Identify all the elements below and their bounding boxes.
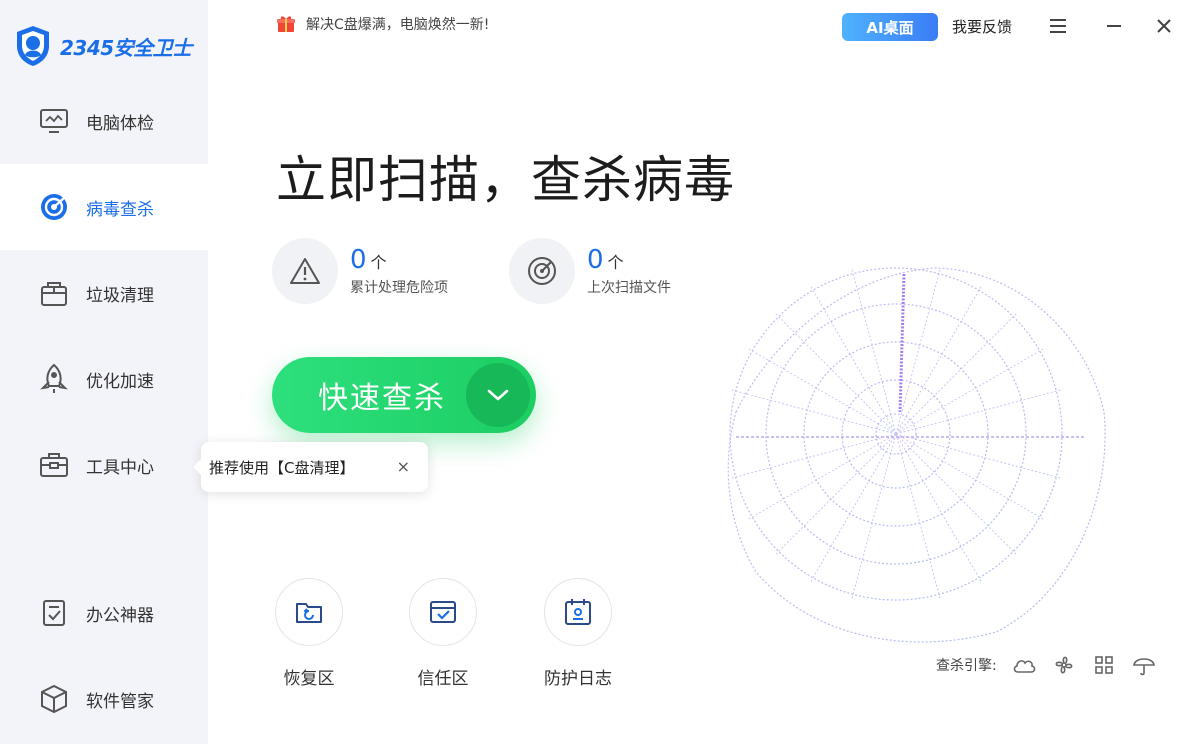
tooltip-text: 推荐使用【C盘清理】	[209, 458, 355, 477]
tool-label: 信任区	[417, 669, 469, 689]
shield-logo-icon	[17, 26, 49, 66]
monitor-icon	[38, 105, 70, 137]
target-icon	[38, 191, 70, 223]
radar-spoke	[895, 433, 1061, 479]
sidebar-item-pc-checkup[interactable]: 电脑体检	[0, 78, 208, 164]
sidebar-item-label: 优化加速	[86, 371, 154, 392]
sidebar-item-label: 电脑体检	[86, 113, 154, 134]
toolbox-icon	[38, 449, 70, 481]
cloud-engine-icon[interactable]	[1011, 652, 1037, 678]
promo-text: 解决C盘爆满，电脑焕然一新!	[306, 17, 490, 33]
umbrella-engine-icon[interactable]	[1131, 652, 1157, 678]
trash-bin-icon	[38, 277, 70, 309]
sidebar-item-tool-center[interactable]: 工具中心	[0, 422, 208, 508]
sidebar-item-label: 软件管家	[86, 691, 154, 712]
promo-banner[interactable]: 解决C盘爆满，电脑焕然一新!	[276, 14, 489, 34]
sidebar-item-software-manager[interactable]: 软件管家	[0, 656, 208, 742]
radar-scan-graphic	[726, 264, 1106, 643]
radar-spoke	[895, 348, 1044, 435]
fan-engine-icon[interactable]	[1051, 652, 1077, 678]
radar-spoke	[748, 433, 897, 520]
sidebar-item-label: 垃圾清理	[86, 285, 154, 306]
scan-engine-bar: 查杀引擎:	[936, 652, 1157, 678]
chevron-down-icon	[487, 389, 509, 401]
radar-spoke	[748, 348, 897, 435]
sidebar-item-office-tools[interactable]: 办公神器	[0, 570, 208, 656]
stat-label: 累计处理危险项	[350, 280, 448, 296]
radar-scan-icon	[509, 238, 575, 304]
radar-spoke	[895, 286, 982, 435]
radar-spoke	[851, 269, 897, 435]
tool-label: 恢复区	[283, 669, 335, 689]
minimize-icon[interactable]	[1100, 12, 1128, 40]
stat-value: 0	[350, 245, 367, 275]
radar-spoke	[895, 313, 1017, 435]
stat-danger-items: 0个 累计处理危险项	[272, 238, 448, 304]
recommend-tooltip[interactable]: 推荐使用【C盘清理】 ×	[193, 442, 428, 492]
ai-desktop-button[interactable]: AI桌面	[842, 13, 938, 41]
radar-spoke	[895, 433, 982, 582]
gift-icon	[277, 16, 295, 32]
document-check-icon	[38, 597, 70, 629]
sidebar-item-label: 工具中心	[86, 457, 154, 478]
radar-spoke	[895, 433, 941, 599]
restore-folder-icon	[275, 578, 343, 646]
quick-scan-button[interactable]: 快速查杀	[272, 357, 536, 433]
stat-unit: 个	[370, 253, 387, 272]
sidebar-item-junk-clean[interactable]: 垃圾清理	[0, 250, 208, 336]
trust-check-icon	[409, 578, 477, 646]
radar-spoke	[810, 286, 897, 435]
stat-label: 上次扫描文件	[587, 280, 671, 296]
trust-area-button[interactable]: 信任区	[408, 578, 478, 689]
radar-spoke	[851, 433, 897, 599]
tool-label: 防护日志	[544, 669, 612, 689]
radar-spoke	[731, 433, 897, 479]
sidebar-item-label: 病毒查杀	[86, 199, 154, 220]
cube-icon	[38, 683, 70, 715]
calendar-log-icon	[544, 578, 612, 646]
radar-spoke	[731, 389, 897, 435]
stat-scanned-files: 0个 上次扫描文件	[509, 238, 671, 304]
close-icon[interactable]	[1150, 12, 1178, 40]
menu-icon[interactable]	[1046, 14, 1070, 38]
quick-scan-label: 快速查杀	[318, 381, 446, 416]
radar-spoke	[775, 433, 897, 555]
radar-spoke	[895, 433, 1017, 555]
tooltip-close-icon[interactable]: ×	[397, 457, 410, 476]
stat-value: 0	[587, 245, 604, 275]
radar-spoke	[895, 433, 1044, 520]
radar-spoke	[895, 389, 1061, 435]
warning-triangle-icon	[272, 238, 338, 304]
protection-log-button[interactable]: 防护日志	[543, 578, 613, 689]
radar-spoke	[775, 313, 897, 435]
engine-label: 查杀引擎:	[936, 658, 997, 674]
sidebar-item-virus-scan[interactable]: 病毒查杀	[0, 164, 208, 250]
stat-unit: 个	[607, 253, 624, 272]
radar-spoke	[810, 433, 897, 582]
page-title: 立即扫描，查杀病毒	[276, 151, 735, 209]
scan-mode-dropdown[interactable]	[466, 363, 530, 427]
feedback-link[interactable]: 我要反馈	[952, 16, 1012, 37]
sidebar-item-label: 办公神器	[86, 605, 154, 626]
rocket-icon	[38, 363, 70, 395]
grid-engine-icon[interactable]	[1091, 652, 1117, 678]
logo-text: 2345安全卫士	[60, 35, 192, 60]
restore-area-button[interactable]: 恢复区	[274, 578, 344, 689]
sidebar-item-optimize[interactable]: 优化加速	[0, 336, 208, 422]
app-logo: 2345安全卫士	[14, 24, 192, 68]
